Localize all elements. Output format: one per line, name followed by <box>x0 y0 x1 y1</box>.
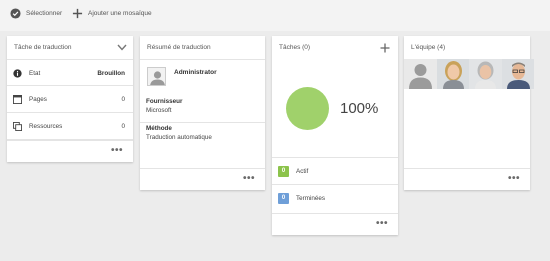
card-title: L'équipe (4) <box>411 44 446 51</box>
pages-icon <box>13 95 22 104</box>
completion-percent: 100% <box>340 100 379 117</box>
provider-label: Fournisseur <box>146 98 183 105</box>
add-tile-button[interactable]: Ajouter une mosaïque <box>72 8 152 19</box>
person-placeholder-icon <box>148 68 165 85</box>
tasks-card: Tâches (0) 100% 0 Actif 0 Terminées ••• <box>272 36 398 235</box>
card-title: Résumé de traduction <box>147 44 211 51</box>
toolbar: Sélectionner Ajouter une mosaïque <box>0 0 550 31</box>
status-value: Brouillon <box>97 70 125 77</box>
team-member-avatar[interactable] <box>436 59 469 89</box>
team-member-avatar[interactable] <box>469 59 502 89</box>
check-circle-icon <box>10 8 21 19</box>
resources-value: 0 <box>121 123 125 130</box>
team-avatars <box>404 59 534 89</box>
user-avatar <box>147 67 166 86</box>
card-header: L'équipe (4) <box>404 36 530 58</box>
active-count-badge: 0 <box>278 166 289 177</box>
done-count-badge: 0 <box>278 193 289 204</box>
translation-summary-card: Résumé de traduction Administrator Fourn… <box>140 36 265 190</box>
card-footer: ••• <box>7 140 133 162</box>
card-title: Tâche de traduction <box>14 44 72 51</box>
card-footer: ••• <box>404 168 530 190</box>
card-header: Tâche de traduction <box>7 36 133 58</box>
divider <box>140 59 265 60</box>
person-placeholder-icon <box>404 59 437 89</box>
man-glasses-photo <box>501 59 534 89</box>
more-actions-button[interactable]: ••• <box>111 146 123 156</box>
divider <box>140 122 265 123</box>
card-header: Résumé de traduction <box>140 36 265 58</box>
info-icon <box>13 69 22 78</box>
more-actions-button[interactable]: ••• <box>243 174 255 184</box>
active-tasks-row[interactable]: 0 Actif <box>272 157 398 184</box>
card-footer: ••• <box>272 213 398 235</box>
woman-blonde-photo <box>436 59 469 89</box>
plus-icon <box>72 8 83 19</box>
resources-row[interactable]: Ressources 0 <box>7 113 133 140</box>
more-actions-button[interactable]: ••• <box>508 174 520 184</box>
status-label: Etat <box>29 70 41 77</box>
method-value: Traduction automatique <box>146 134 212 141</box>
resources-icon <box>13 122 22 131</box>
pages-row[interactable]: Pages 0 <box>7 86 133 113</box>
pages-label: Pages <box>29 96 47 103</box>
card-footer: ••• <box>140 168 265 190</box>
team-member-avatar[interactable] <box>404 59 437 89</box>
status-row[interactable]: Etat Brouillon <box>7 59 133 86</box>
pages-value: 0 <box>121 96 125 103</box>
user-name: Administrator <box>174 69 217 76</box>
card-title: Tâches (0) <box>279 44 311 51</box>
provider-value: Microsoft <box>146 107 172 114</box>
completion-circle <box>286 87 329 130</box>
translation-task-card: Tâche de traduction Etat Brouillon Pages… <box>7 36 133 162</box>
add-tile-label: Ajouter une mosaïque <box>88 10 152 17</box>
resources-label: Ressources <box>29 123 63 130</box>
done-label: Terminées <box>296 195 326 202</box>
add-task-icon[interactable] <box>380 43 390 53</box>
more-actions-button[interactable]: ••• <box>376 219 388 229</box>
team-member-avatar[interactable] <box>501 59 534 89</box>
select-label: Sélectionner <box>26 10 63 17</box>
chevron-down-icon[interactable] <box>117 44 127 51</box>
method-label: Méthode <box>146 125 172 132</box>
done-tasks-row[interactable]: 0 Terminées <box>272 184 398 211</box>
woman-gray-photo <box>469 59 502 89</box>
select-button[interactable]: Sélectionner <box>10 8 62 19</box>
card-header: Tâches (0) <box>272 36 398 58</box>
team-card: L'équipe (4) ••• <box>404 36 534 190</box>
active-label: Actif <box>296 168 309 175</box>
